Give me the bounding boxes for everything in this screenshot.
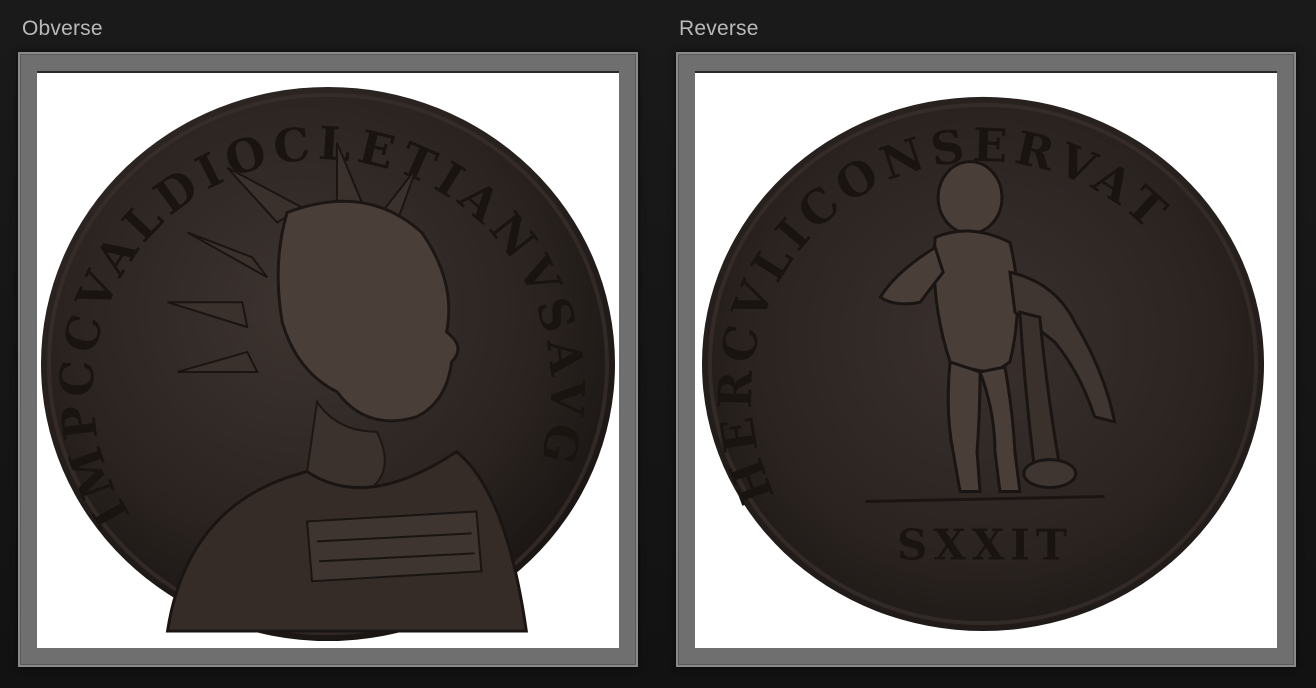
reverse-coin-image: HERCVLICONSERVAT SXXIT xyxy=(701,96,1265,632)
coin-viewer: Obverse IMPCCVALDIOCLETIANVSAVG Reverse … xyxy=(0,0,1316,688)
exergue-mark: SXXIT xyxy=(897,520,1073,569)
reverse-frame[interactable]: HERCVLICONSERVAT SXXIT xyxy=(676,52,1296,667)
obverse-frame[interactable]: IMPCCVALDIOCLETIANVSAVG xyxy=(18,52,638,667)
reverse-image[interactable]: HERCVLICONSERVAT SXXIT xyxy=(695,71,1277,648)
obverse-coin-image: IMPCCVALDIOCLETIANVSAVG xyxy=(40,86,616,642)
obverse-image[interactable]: IMPCCVALDIOCLETIANVSAVG xyxy=(37,71,619,648)
reverse-label: Reverse xyxy=(679,17,759,40)
obverse-label: Obverse xyxy=(22,17,103,40)
